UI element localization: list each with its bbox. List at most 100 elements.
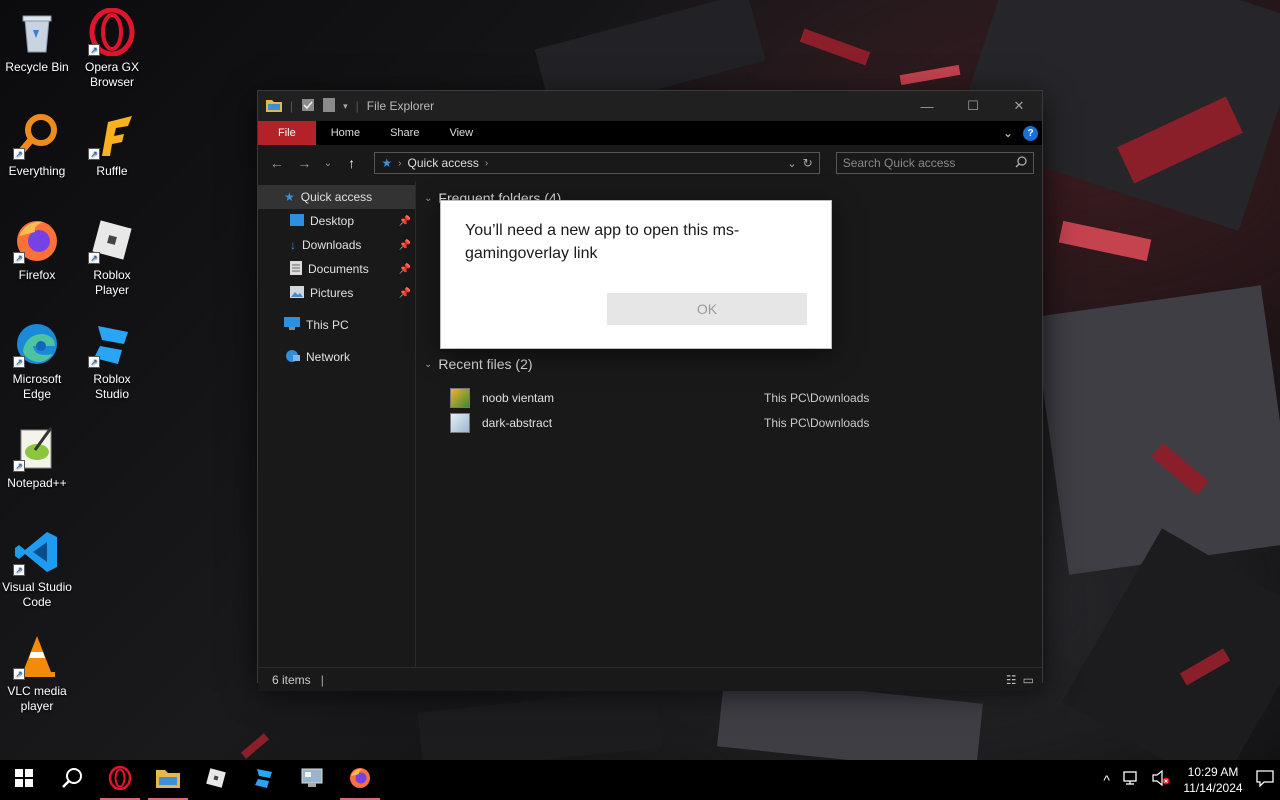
- desktop-icon-roblox-studio[interactable]: ↗ Roblox Studio: [75, 320, 149, 402]
- search-icon: [1015, 155, 1027, 171]
- item-count: 6 items: [272, 672, 311, 687]
- taskbar-search-button[interactable]: [48, 760, 96, 800]
- desktop-icon-everything[interactable]: ↗ Everything: [0, 112, 74, 179]
- search-box[interactable]: Search Quick access: [835, 152, 1034, 174]
- desktop-icon-vlc[interactable]: ↗ VLC media player: [0, 632, 74, 714]
- desktop-icon-notepad-plus-plus[interactable]: ↗ Notepad++: [0, 424, 74, 491]
- customize-toolbar-dropdown-icon[interactable]: ▾: [343, 101, 348, 112]
- taskbar-app-firefox[interactable]: [336, 760, 384, 800]
- title-bar[interactable]: | ▾ | File Explorer — ☐ ✕: [258, 91, 1042, 121]
- taskbar: ^ 10:29 AM 11/14/2024: [0, 760, 1280, 800]
- sidebar-item-documents[interactable]: Documents 📌: [258, 257, 415, 281]
- tab-share[interactable]: Share: [375, 121, 434, 145]
- breadcrumb-quick-access[interactable]: Quick access: [408, 156, 479, 170]
- desktop-icon-label: VLC media player: [7, 684, 67, 713]
- shortcut-arrow-icon: ↗: [13, 252, 25, 264]
- volume-muted-icon[interactable]: [1152, 769, 1170, 791]
- refresh-icon[interactable]: ↻: [803, 156, 813, 170]
- desktop-icon-microsoft-edge[interactable]: ↗ Microsoft Edge: [0, 320, 74, 402]
- pin-icon[interactable]: 📌: [399, 264, 411, 275]
- breadcrumb-separator-icon[interactable]: ›: [485, 158, 488, 169]
- desktop-icon-label: Opera GX Browser: [84, 60, 140, 89]
- desktop-icon-label: Notepad++: [7, 476, 67, 490]
- opera-gx-icon: ↗: [88, 7, 136, 57]
- desktop-icon-label: Everything: [8, 164, 66, 178]
- address-dropdown-chevron-icon[interactable]: ⌄: [787, 157, 796, 170]
- taskbar-app-roblox-studio[interactable]: [240, 760, 288, 800]
- sidebar-item-this-pc[interactable]: This PC: [258, 313, 415, 337]
- up-arrow-icon[interactable]: ↑: [341, 155, 363, 171]
- shortcut-arrow-icon: ↗: [13, 356, 25, 368]
- breadcrumb-separator-icon[interactable]: ›: [398, 158, 401, 169]
- network-status-icon[interactable]: [1122, 770, 1140, 791]
- ok-button[interactable]: OK: [607, 293, 807, 325]
- new-folder-icon[interactable]: [323, 97, 336, 115]
- list-item[interactable]: noob vientam This PC\Downloads: [424, 385, 1042, 410]
- chevron-down-icon: ⌄: [424, 358, 433, 370]
- everything-search-icon: ↗: [13, 112, 61, 160]
- large-icons-view-icon[interactable]: ▭: [1023, 673, 1034, 687]
- group-header-label: Recent files (2): [438, 356, 533, 372]
- search-icon: [61, 767, 83, 794]
- sidebar-item-label: This PC: [306, 318, 349, 332]
- ribbon-tabs: File Home Share View ⌄ ?: [258, 121, 1042, 145]
- maximize-button[interactable]: ☐: [950, 91, 996, 121]
- list-item[interactable]: dark-abstract This PC\Downloads: [424, 410, 1042, 435]
- status-bar: 6 items | ☷ ▭: [258, 667, 1042, 691]
- forward-arrow-icon[interactable]: →: [294, 155, 316, 171]
- ruffle-icon: ↗: [88, 112, 136, 160]
- network-icon: [284, 349, 300, 366]
- taskbar-app-opera-gx[interactable]: [96, 760, 144, 800]
- group-header-recent-files[interactable]: ⌄ Recent files (2): [424, 353, 1042, 375]
- sidebar-item-network[interactable]: Network: [258, 345, 415, 369]
- desktop-icon-opera-gx[interactable]: ↗ Opera GX Browser: [75, 7, 149, 90]
- opera-gx-icon: [108, 765, 132, 795]
- shortcut-arrow-icon: ↗: [13, 460, 25, 472]
- properties-icon[interactable]: [301, 98, 315, 115]
- taskbar-app-control-panel[interactable]: [288, 760, 336, 800]
- show-hidden-icons-chevron-icon[interactable]: ^: [1103, 772, 1110, 788]
- roblox-studio-icon: ↗: [88, 320, 136, 368]
- shortcut-arrow-icon: ↗: [88, 252, 100, 264]
- pin-icon[interactable]: 📌: [399, 240, 411, 251]
- desktop-icon-roblox-player[interactable]: ↗ Roblox Player: [75, 216, 149, 298]
- desktop-icon-ruffle[interactable]: ↗ Ruffle: [75, 112, 149, 179]
- file-name: dark-abstract: [482, 415, 553, 430]
- expand-ribbon-chevron-icon[interactable]: ⌄: [1003, 126, 1013, 140]
- file-location: This PC\Downloads: [764, 415, 870, 430]
- sidebar-item-pictures[interactable]: Pictures 📌: [258, 281, 415, 305]
- desktop-icon-firefox[interactable]: ↗ Firefox: [0, 216, 74, 283]
- start-button[interactable]: [0, 760, 48, 800]
- tab-home[interactable]: Home: [316, 121, 375, 145]
- action-center-icon[interactable]: [1256, 769, 1274, 792]
- tab-file[interactable]: File: [258, 121, 316, 145]
- address-bar[interactable]: ★ › Quick access › ⌄ ↻: [374, 152, 820, 174]
- taskbar-app-roblox-player[interactable]: [192, 760, 240, 800]
- help-icon[interactable]: ?: [1023, 125, 1038, 141]
- taskbar-clock[interactable]: 10:29 AM 11/14/2024: [1182, 764, 1244, 796]
- roblox-player-icon: ↗: [88, 216, 136, 264]
- desktop-icon-recycle-bin[interactable]: Recycle Bin: [0, 8, 74, 75]
- vscode-icon: ↗: [13, 528, 61, 576]
- pin-icon[interactable]: 📌: [399, 288, 411, 299]
- shortcut-arrow-icon: ↗: [13, 668, 25, 680]
- clock-date: 11/14/2024: [1183, 781, 1243, 795]
- back-arrow-icon[interactable]: ←: [266, 155, 288, 171]
- firefox-icon: [348, 766, 372, 795]
- close-button[interactable]: ✕: [996, 91, 1042, 121]
- vlc-cone-icon: ↗: [13, 632, 61, 680]
- sidebar-item-downloads[interactable]: ↓ Downloads 📌: [258, 233, 415, 257]
- sidebar-item-desktop[interactable]: Desktop 📌: [258, 209, 415, 233]
- desktop-folder-icon: [290, 213, 304, 229]
- recent-locations-chevron-icon[interactable]: ⌄: [321, 158, 335, 169]
- tab-view[interactable]: View: [434, 121, 488, 145]
- desktop-icon-vscode[interactable]: ↗ Visual Studio Code: [0, 528, 74, 610]
- details-view-icon[interactable]: ☷: [1006, 673, 1017, 687]
- sidebar-item-quick-access[interactable]: ★ Quick access: [258, 185, 415, 209]
- desktop-icon-label: Visual Studio Code: [2, 580, 72, 609]
- sidebar-item-label: Network: [306, 350, 351, 364]
- taskbar-app-file-explorer[interactable]: [144, 760, 192, 800]
- minimize-button[interactable]: —: [904, 91, 950, 121]
- pin-icon[interactable]: 📌: [399, 216, 411, 227]
- documents-icon: [290, 260, 302, 278]
